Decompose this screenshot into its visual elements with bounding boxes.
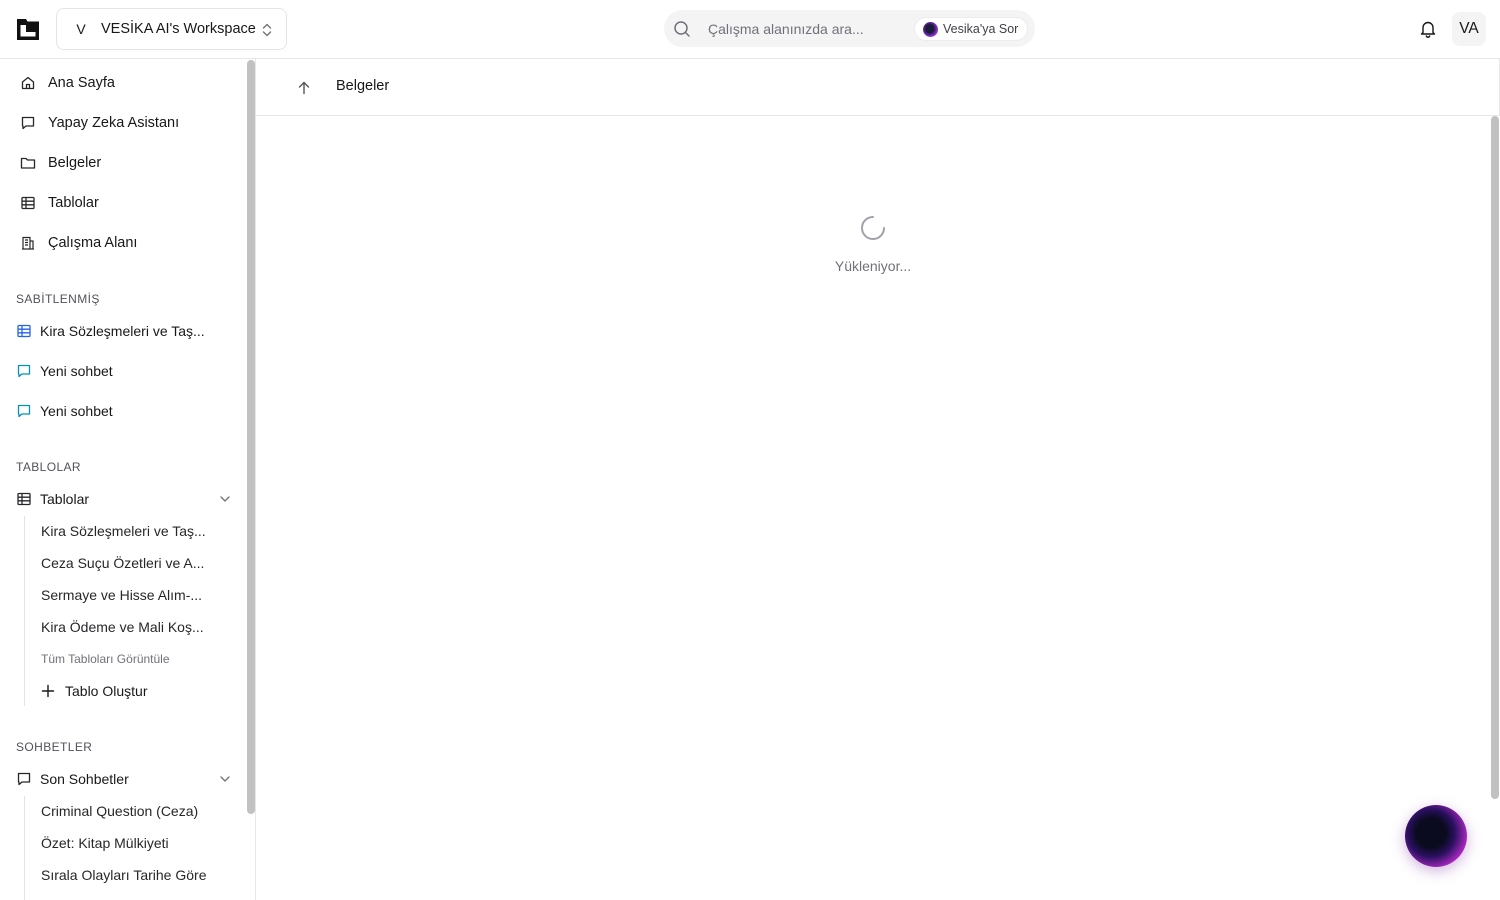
tree-line — [24, 796, 25, 900]
nav-item-ai-assistant[interactable]: Yapay Zeka Asistanı — [8, 106, 240, 140]
nav-item-tables[interactable]: Tablolar — [8, 186, 240, 220]
building-icon — [22, 236, 34, 250]
table-item[interactable]: Ceza Suçu Özetleri ve A... — [33, 548, 233, 578]
pinned-item-table[interactable]: Kira Sözleşmeleri ve Taş... — [8, 315, 240, 347]
chats-section-label: SOHBETLER — [16, 740, 93, 754]
sidebar: Ana Sayfa Yapay Zeka Asistanı Belgeler T… — [0, 59, 256, 900]
chat-icon — [17, 772, 31, 786]
pinned-item-chat[interactable]: Yeni sohbet — [8, 355, 240, 387]
loading-text: Yükleniyor... — [834, 258, 912, 274]
workspace-name: VESİKA AI's Workspace — [101, 21, 256, 37]
tree-line — [24, 516, 25, 706]
pinned-item-chat[interactable]: Yeni sohbet — [8, 395, 240, 427]
nav-item-home[interactable]: Ana Sayfa — [8, 66, 240, 100]
table-item[interactable]: Sermaye ve Hisse Alım-... — [33, 580, 233, 610]
pinned-item-label: Yeni sohbet — [40, 403, 113, 419]
user-avatar[interactable]: VA — [1452, 12, 1486, 46]
workspace-switcher[interactable]: V VESİKA AI's Workspace — [56, 8, 287, 50]
nav-item-label: Belgeler — [48, 155, 102, 171]
global-search: Vesika'ya Sor — [664, 10, 1035, 47]
folder-icon — [20, 157, 36, 169]
tables-group-label: Tablolar — [40, 491, 90, 507]
notification-bell-icon[interactable] — [1418, 19, 1438, 39]
breadcrumb: Belgeler — [256, 59, 1500, 116]
chat-icon — [17, 364, 31, 378]
vesika-orb-icon — [923, 21, 938, 37]
chat-icon — [21, 116, 35, 130]
table-icon — [17, 324, 31, 338]
tables-group-toggle[interactable]: Tablolar — [8, 483, 240, 515]
top-bar: V VESİKA AI's Workspace Vesika'ya Sor VA — [0, 0, 1500, 59]
main-scrollbar[interactable] — [1491, 116, 1499, 799]
ai-assistant-orb-button[interactable] — [1405, 805, 1467, 867]
home-icon — [21, 76, 35, 90]
table-item[interactable]: Kira Ödeme ve Mali Koş... — [33, 612, 233, 642]
chat-item[interactable]: Criminal Question (Ceza) — [33, 796, 233, 826]
chevron-down-icon — [220, 776, 230, 782]
chevron-down-icon — [220, 496, 230, 502]
workspace-avatar: V — [76, 21, 86, 37]
loading-spinner-icon — [861, 216, 885, 240]
nav-item-label: Ana Sayfa — [48, 75, 115, 91]
recent-chats-toggle[interactable]: Son Sohbetler — [8, 763, 240, 795]
chevron-up-down-icon — [262, 23, 272, 37]
table-icon — [21, 196, 35, 210]
arrow-up-icon[interactable] — [294, 78, 314, 98]
main-content: Belgeler Yükleniyor... — [256, 59, 1500, 900]
chat-item[interactable]: Sırala Olayları Tarihe Göre — [33, 860, 233, 890]
nav-item-workspace[interactable]: Çalışma Alanı — [8, 226, 240, 260]
search-icon — [674, 21, 690, 37]
nav-item-label: Çalışma Alanı — [48, 235, 138, 251]
table-icon — [17, 492, 31, 506]
pinned-item-label: Yeni sohbet — [40, 363, 113, 379]
app-logo-icon[interactable] — [16, 17, 40, 41]
pinned-item-label: Kira Sözleşmeleri ve Taş... — [40, 323, 205, 339]
recent-chats-label: Son Sohbetler — [40, 771, 129, 787]
pinned-section-label: SABİTLENMİŞ — [16, 292, 100, 306]
tables-section-label: TABLOLAR — [16, 460, 81, 474]
sidebar-scrollbar[interactable] — [247, 60, 255, 814]
create-table-button[interactable]: Tablo Oluştur — [33, 675, 147, 707]
create-table-label: Tablo Oluştur — [65, 683, 148, 699]
ask-vesika-button[interactable]: Vesika'ya Sor — [914, 17, 1029, 41]
nav-item-documents[interactable]: Belgeler — [8, 146, 240, 180]
table-item[interactable]: Kira Sözleşmeleri ve Taş... — [33, 516, 233, 546]
nav-item-label: Tablolar — [48, 195, 99, 211]
chat-item[interactable]: Özet: Kitap Mülkiyeti — [33, 828, 233, 858]
search-input[interactable] — [708, 18, 898, 40]
ask-vesika-label: Vesika'ya Sor — [943, 22, 1019, 36]
chat-icon — [17, 404, 31, 418]
breadcrumb-current: Belgeler — [336, 78, 390, 94]
view-all-tables-link[interactable]: Tüm Tabloları Görüntüle — [33, 648, 170, 670]
nav-item-label: Yapay Zeka Asistanı — [48, 115, 180, 131]
plus-icon — [41, 684, 55, 698]
